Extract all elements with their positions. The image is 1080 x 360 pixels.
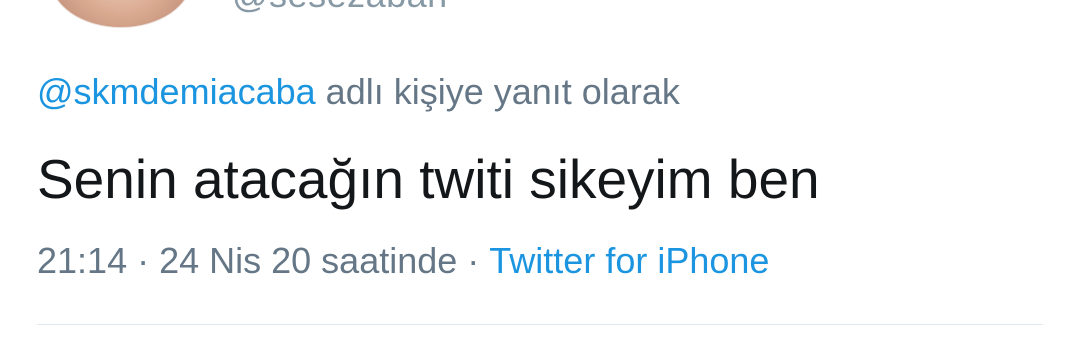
meta-separator: · <box>137 240 150 281</box>
tweet-source-link[interactable]: Twitter for iPhone <box>489 240 769 281</box>
tweet-time: 21:14 <box>37 240 128 281</box>
tweet-date: 24 Nis 20 saatinde <box>159 240 458 281</box>
tweet-metadata: 21:14 · 24 Nis 20 saatinde · Twitter for iPh… <box>37 238 769 284</box>
meta-separator: · <box>467 240 480 281</box>
tweet-detail: @sesezabah @skmdemiacaba adlı kişiye yan… <box>0 0 1080 360</box>
author-handle[interactable]: @sesezabah <box>232 0 448 16</box>
avatar[interactable] <box>50 0 192 28</box>
divider <box>37 324 1043 325</box>
reply-context-label: adlı kişiye yanıt olarak <box>325 71 680 112</box>
reply-mention-link[interactable]: @skmdemiacaba <box>37 71 316 112</box>
reply-context: @skmdemiacaba adlı kişiye yanıt olarak <box>37 70 680 114</box>
tweet-text: Senin atacağın twiti sikeyim ben <box>37 148 820 210</box>
